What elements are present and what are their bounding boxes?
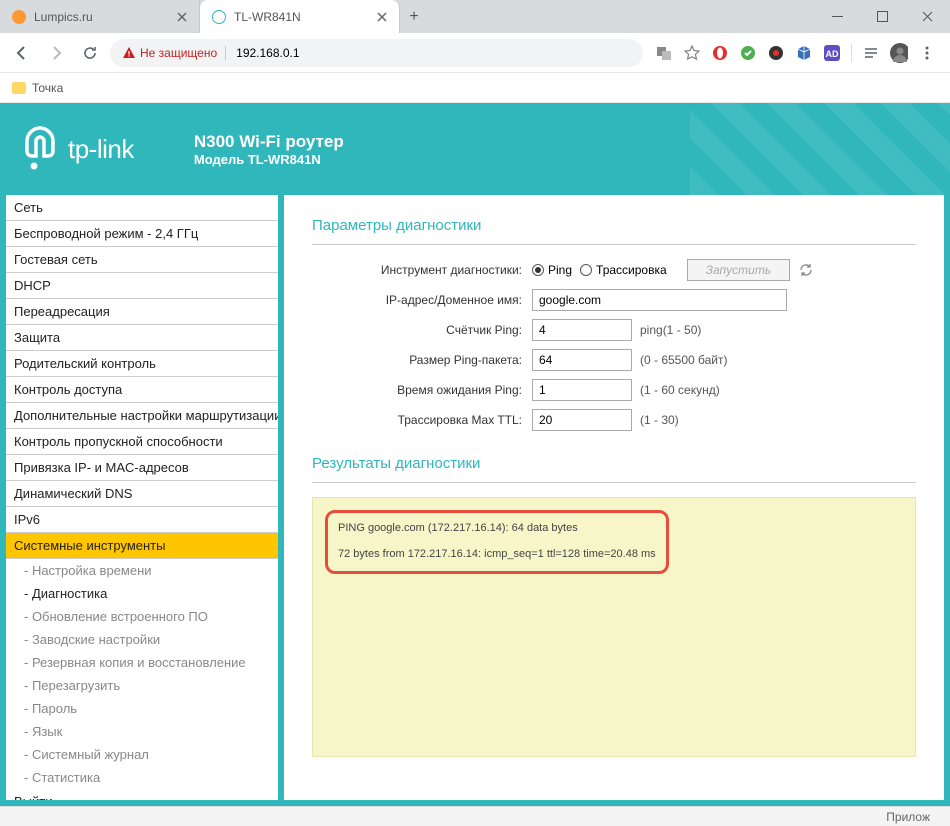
avatar[interactable] (890, 44, 908, 62)
bookmark-label: Точка (32, 81, 63, 95)
maximize-button[interactable] (860, 0, 905, 33)
sidebar-item[interactable]: Защита (6, 325, 278, 351)
sidebar-sub[interactable]: - Настройка времени (6, 559, 278, 582)
sidebar-sub[interactable]: - Перезагрузить (6, 674, 278, 697)
reload-button[interactable] (76, 39, 104, 67)
sidebar-sub[interactable]: - Пароль (6, 697, 278, 720)
tab-title: Lumpics.ru (34, 10, 93, 24)
menu-button[interactable] (918, 44, 936, 62)
sidebar-item[interactable]: Сеть (6, 195, 278, 221)
result-highlight: PING google.com (172.217.16.14): 64 data… (325, 510, 669, 574)
section-heading-params: Параметры диагностики (312, 211, 916, 245)
radio-trace[interactable]: Трассировка (580, 263, 667, 277)
sidebar-item[interactable]: Динамический DNS (6, 481, 278, 507)
favicon-icon (12, 10, 26, 24)
start-button[interactable]: Запустить (687, 259, 790, 281)
sidebar-item[interactable]: Дополнительные настройки маршрутизации (6, 403, 278, 429)
back-button[interactable] (8, 39, 36, 67)
router-header: tp-link N300 Wi-Fi роутер Модель TL-WR84… (0, 103, 950, 195)
ttl-hint: (1 - 30) (640, 413, 679, 427)
count-label: Счётчик Ping: (312, 323, 532, 337)
content-area[interactable]: Параметры диагностики Инструмент диагнос… (284, 195, 944, 800)
timeout-hint: (1 - 60 секунд) (640, 383, 720, 397)
header-model: Модель TL-WR841N (194, 152, 344, 167)
security-warning: Не защищено (122, 46, 217, 60)
list-icon[interactable] (862, 44, 880, 62)
size-label: Размер Ping-пакета: (312, 353, 532, 367)
size-hint: (0 - 65500 байт) (640, 353, 728, 367)
timeout-input[interactable] (532, 379, 632, 401)
sidebar-item[interactable]: Беспроводной режим - 2,4 ГГц (6, 221, 278, 247)
radio-ping-label: Ping (548, 263, 572, 277)
sidebar-item[interactable]: Гостевая сеть (6, 247, 278, 273)
brand-logo: tp-link (20, 126, 134, 172)
sidebar-item[interactable]: IPv6 (6, 507, 278, 533)
radio-trace-label: Трассировка (596, 263, 667, 277)
sidebar[interactable]: Сеть Беспроводной режим - 2,4 ГГц Гостев… (6, 195, 278, 800)
sidebar-sub[interactable]: - Заводские настройки (6, 628, 278, 651)
sidebar-item[interactable]: Контроль пропускной способности (6, 429, 278, 455)
ip-label: IP-адрес/Доменное имя: (312, 293, 532, 307)
window-close-button[interactable] (905, 0, 950, 33)
new-tab-button[interactable]: + (400, 0, 428, 33)
translate-icon[interactable] (655, 44, 673, 62)
ip-input[interactable] (532, 289, 787, 311)
sidebar-item-system-tools[interactable]: Системные инструменты (6, 533, 278, 559)
refresh-icon[interactable] (798, 262, 814, 278)
security-text: Не защищено (140, 46, 217, 60)
bookmark-item[interactable]: Точка (12, 81, 63, 95)
badge-icon[interactable] (767, 44, 785, 62)
sidebar-item[interactable]: Контроль доступа (6, 377, 278, 403)
sidebar-item[interactable]: Привязка IP- и MAC-адресов (6, 455, 278, 481)
bottom-text: Прилож (886, 810, 930, 824)
minimize-button[interactable] (815, 0, 860, 33)
ad-icon[interactable]: AD (823, 44, 841, 62)
sidebar-item[interactable]: Переадресация (6, 299, 278, 325)
timeout-label: Время ожидания Ping: (312, 383, 532, 397)
bottom-strip: Прилож (0, 806, 950, 826)
brand-text: tp-link (68, 134, 134, 165)
sidebar-item[interactable]: Родительский контроль (6, 351, 278, 377)
sidebar-sub[interactable]: - Статистика (6, 766, 278, 789)
section-heading-results: Результаты диагностики (312, 449, 916, 483)
cube-icon[interactable] (795, 44, 813, 62)
sidebar-sub[interactable]: - Язык (6, 720, 278, 743)
count-hint: ping(1 - 50) (640, 323, 701, 337)
size-input[interactable] (532, 349, 632, 371)
forward-button[interactable] (42, 39, 70, 67)
ttl-label: Трассировка Max TTL: (312, 413, 532, 427)
close-icon[interactable] (177, 12, 187, 22)
close-icon[interactable] (377, 12, 387, 22)
address-bar: Не защищено 192.168.0.1 AD (0, 33, 950, 73)
svg-text:AD: AD (826, 49, 839, 59)
sidebar-sub[interactable]: - Резервная копия и восстановление (6, 651, 278, 674)
opera-icon[interactable] (711, 44, 729, 62)
sidebar-sub-diagnostics[interactable]: - Диагностика (6, 582, 278, 605)
star-icon[interactable] (683, 44, 701, 62)
result-line: PING google.com (172.217.16.14): 64 data… (338, 519, 656, 539)
results-box: PING google.com (172.217.16.14): 64 data… (312, 497, 916, 757)
sidebar-sub[interactable]: - Системный журнал (6, 743, 278, 766)
sidebar-logout[interactable]: Выйти (6, 789, 278, 800)
header-title: N300 Wi-Fi роутер (194, 132, 344, 152)
result-line: 72 bytes from 172.217.16.14: icmp_seq=1 … (338, 545, 656, 565)
titlebar: Lumpics.ru TL-WR841N + (0, 0, 950, 33)
ttl-input[interactable] (532, 409, 632, 431)
tool-label: Инструмент диагностики: (312, 263, 532, 277)
tab-title: TL-WR841N (234, 10, 301, 24)
browser-tab-2[interactable]: TL-WR841N (200, 0, 400, 33)
address-input[interactable]: Не защищено 192.168.0.1 (110, 39, 643, 67)
browser-tab-1[interactable]: Lumpics.ru (0, 0, 200, 33)
check-icon[interactable] (739, 44, 757, 62)
sidebar-item[interactable]: DHCP (6, 273, 278, 299)
bookmark-bar: Точка (0, 73, 950, 103)
sidebar-sub[interactable]: - Обновление встроенного ПО (6, 605, 278, 628)
url-text: 192.168.0.1 (225, 46, 299, 60)
favicon-icon (212, 10, 226, 24)
folder-icon (12, 82, 26, 94)
count-input[interactable] (532, 319, 632, 341)
radio-ping[interactable]: Ping (532, 263, 572, 277)
